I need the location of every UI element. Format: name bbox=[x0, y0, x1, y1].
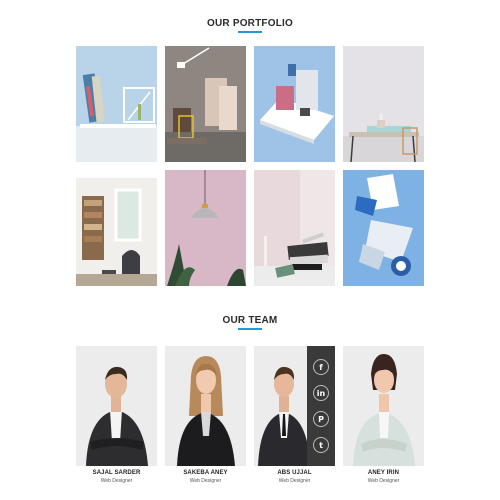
portfolio-item-3[interactable] bbox=[254, 46, 335, 162]
portfolio-item-2[interactable] bbox=[165, 46, 246, 162]
team-member-role: Web Designer bbox=[100, 478, 133, 484]
team-member-4[interactable]: ANEY IRIN Web Designer bbox=[343, 346, 424, 494]
linkedin-icon[interactable]: in bbox=[313, 385, 329, 401]
team-member-name: ABS UJJAL bbox=[277, 470, 312, 476]
portfolio-heading: OUR PORTFOLIO bbox=[0, 18, 500, 33]
portfolio-item-5[interactable] bbox=[76, 170, 157, 286]
portfolio-item-8[interactable] bbox=[343, 170, 424, 286]
table-vase-image bbox=[343, 46, 424, 162]
team-member-name: SAJAL SARDER bbox=[92, 470, 141, 476]
facebook-icon[interactable]: f bbox=[313, 359, 329, 375]
portfolio-item-6[interactable] bbox=[165, 170, 246, 286]
team-member-3[interactable]: f in P t ABS UJJAL Web Designer bbox=[254, 346, 335, 494]
team-grid: SAJAL SARDER Web Designer SAKEBA ANEY We… bbox=[76, 346, 424, 494]
avatar bbox=[343, 346, 424, 466]
woman-blazer-portrait bbox=[343, 346, 424, 466]
pinterest-icon[interactable]: P bbox=[313, 411, 329, 427]
social-links: f in P t bbox=[307, 346, 335, 466]
team-member-role: Web Designer bbox=[367, 478, 400, 484]
team-member-role: Web Designer bbox=[278, 478, 311, 484]
portfolio-title: OUR PORTFOLIO bbox=[207, 18, 293, 29]
tray-objects-image bbox=[254, 46, 335, 162]
team-member-2[interactable]: SAKEBA ANEY Web Designer bbox=[165, 346, 246, 494]
team-member-name: SAKEBA ANEY bbox=[183, 470, 228, 476]
portfolio-title-underline bbox=[238, 31, 262, 33]
avatar bbox=[165, 346, 246, 466]
pendant-lamp-image bbox=[165, 170, 246, 286]
living-room-image bbox=[76, 170, 157, 286]
folded-paper-image bbox=[343, 170, 424, 286]
desk-lamp-image bbox=[165, 46, 246, 162]
woman-leather-jacket-portrait bbox=[165, 346, 246, 466]
team-title: OUR TEAM bbox=[222, 315, 278, 326]
team-member-1[interactable]: SAJAL SARDER Web Designer bbox=[76, 346, 157, 494]
books-candle-image bbox=[254, 170, 335, 286]
team-title-underline bbox=[238, 328, 262, 330]
man-suit-portrait bbox=[76, 346, 157, 466]
twitter-icon[interactable]: t bbox=[313, 437, 329, 453]
portfolio-item-7[interactable] bbox=[254, 170, 335, 286]
portfolio-item-4[interactable] bbox=[343, 46, 424, 162]
avatar bbox=[76, 346, 157, 466]
team-member-role: Web Designer bbox=[189, 478, 222, 484]
team-member-name: ANEY IRIN bbox=[367, 470, 400, 476]
portfolio-grid bbox=[76, 46, 424, 286]
shelf-books-image bbox=[76, 46, 157, 162]
avatar: f in P t bbox=[254, 346, 335, 466]
team-heading: OUR TEAM bbox=[0, 315, 500, 330]
portfolio-item-1[interactable] bbox=[76, 46, 157, 162]
